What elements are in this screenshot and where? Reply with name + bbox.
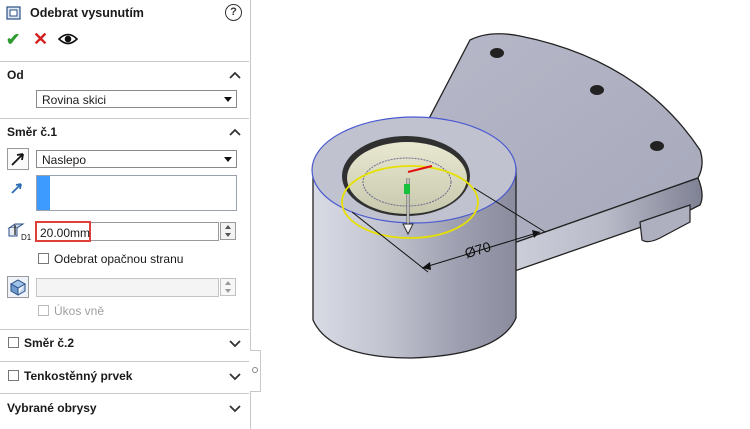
- draft-outward-label: Úkos vně: [54, 304, 105, 318]
- chevron-up-icon[interactable]: [228, 70, 242, 80]
- chevron-down-icon: [224, 97, 232, 102]
- draft-angle-input: [36, 278, 219, 297]
- spin-up-icon[interactable]: [225, 225, 231, 229]
- property-manager-panel: Odebrat vysunutím ? ✔ ✕ Od Rovina skici …: [0, 0, 251, 429]
- section-header-from[interactable]: Od: [7, 68, 24, 82]
- end-condition-value: Naslepo: [42, 153, 87, 167]
- draft-icon: [9, 279, 27, 296]
- cancel-icon[interactable]: ✕: [33, 29, 48, 50]
- draft-outward-checkbox: [38, 305, 49, 316]
- divider: [0, 393, 249, 394]
- extruded-cut-icon: [6, 6, 21, 20]
- from-select[interactable]: Rovina skici: [36, 90, 237, 108]
- chevron-down-icon[interactable]: [228, 338, 242, 348]
- chevron-down-icon[interactable]: [228, 371, 242, 381]
- chevron-down-icon[interactable]: [228, 403, 242, 413]
- selection-indicator: [37, 176, 50, 210]
- panel-title: Odebrat vysunutím: [30, 6, 144, 20]
- from-select-value: Rovina skici: [42, 93, 107, 107]
- end-condition-select[interactable]: Naslepo: [36, 150, 237, 168]
- spin-up-icon: [225, 281, 231, 285]
- thin-feature-checkbox[interactable]: [8, 370, 19, 381]
- divider: [0, 118, 249, 119]
- draft-spinner: [220, 278, 236, 296]
- draft-button[interactable]: [7, 276, 29, 298]
- eye-icon[interactable]: [58, 32, 78, 46]
- spin-down-icon[interactable]: [225, 233, 231, 237]
- mounting-hole: [590, 85, 604, 95]
- mounting-hole: [650, 141, 664, 151]
- reverse-direction-button[interactable]: [7, 148, 29, 170]
- depth-input[interactable]: 20.00mm: [35, 221, 91, 242]
- section-header-selected-contours[interactable]: Vybrané obrysy: [7, 401, 97, 415]
- model-viewport[interactable]: Ø70: [260, 0, 750, 429]
- section-header-thin-feature[interactable]: Tenkostěnný prvek: [24, 369, 132, 383]
- chevron-down-icon: [224, 157, 232, 162]
- depth-value: 20.00mm: [40, 226, 91, 240]
- flip-side-label: Odebrat opačnou stranu: [54, 252, 184, 266]
- confirm-icon[interactable]: ✔: [6, 30, 20, 50]
- handle-dot-icon: [252, 367, 258, 373]
- flip-side-checkbox[interactable]: [38, 253, 49, 264]
- axis-marker: [404, 184, 410, 194]
- help-icon[interactable]: ?: [225, 4, 242, 21]
- section-header-direction1[interactable]: Směr č.1: [7, 125, 57, 139]
- depth-spinner[interactable]: [220, 222, 236, 240]
- action-row: ✔ ✕: [6, 29, 96, 50]
- reverse-arrow-icon: [11, 153, 24, 166]
- depth-input-extension: [91, 222, 219, 241]
- divider: [0, 61, 249, 62]
- depth-icon: D1: [7, 223, 32, 242]
- direction-vector-icon: [11, 183, 22, 194]
- divider: [0, 361, 249, 362]
- svg-text:D1: D1: [21, 233, 32, 242]
- direction2-checkbox[interactable]: [8, 337, 19, 348]
- direction-selection-box[interactable]: [36, 175, 237, 211]
- spin-down-icon: [225, 289, 231, 293]
- mounting-hole: [490, 48, 504, 58]
- section-header-direction2[interactable]: Směr č.2: [24, 336, 74, 350]
- divider: [0, 329, 249, 330]
- panel-title-row: Odebrat vysunutím ?: [6, 4, 244, 24]
- chevron-up-icon[interactable]: [228, 127, 242, 137]
